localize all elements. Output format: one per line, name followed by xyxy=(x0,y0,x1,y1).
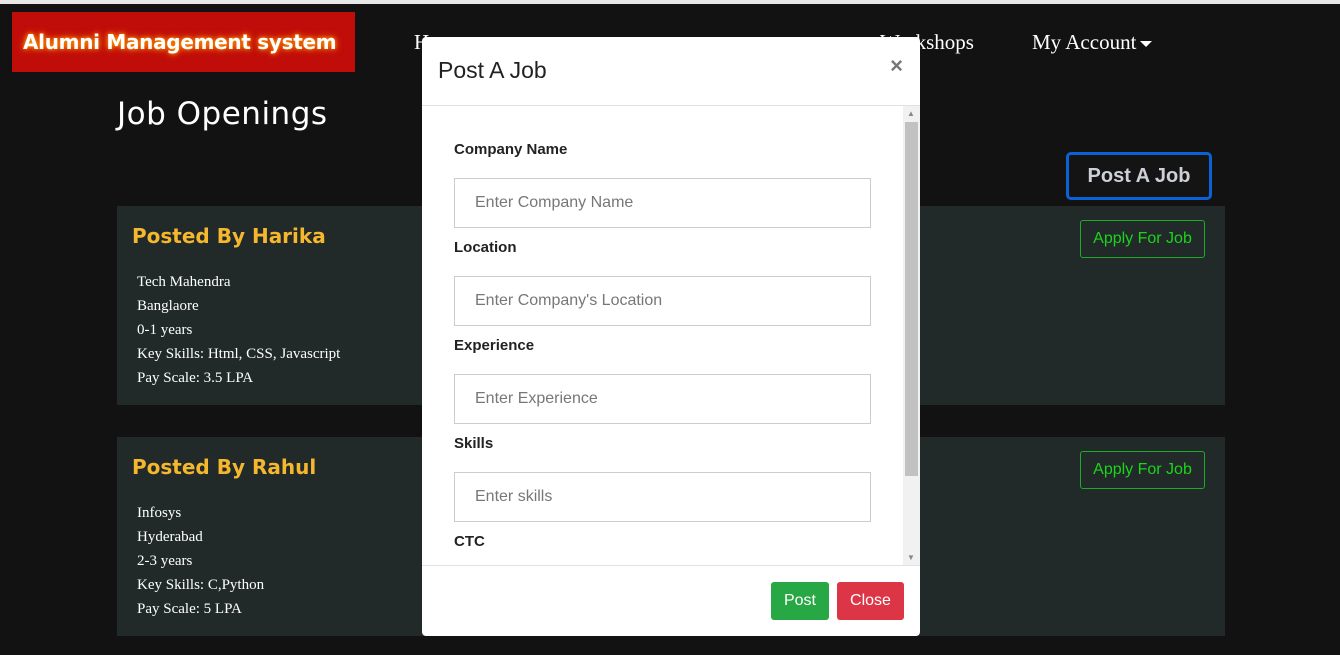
scroll-down-icon[interactable]: ▼ xyxy=(907,553,915,562)
post-button[interactable]: Post xyxy=(771,582,829,620)
my-account-label: My Account xyxy=(1032,30,1137,54)
posted-by: Posted By Harika xyxy=(132,224,326,248)
company: Infosys xyxy=(137,505,182,521)
caret-down-icon xyxy=(1140,41,1153,48)
scrollbar-thumb[interactable] xyxy=(905,122,918,476)
experience-input[interactable]: Enter Experience xyxy=(454,374,871,424)
modal-footer: Post Close xyxy=(422,565,920,636)
skills: Key Skills: Html, CSS, Javascript xyxy=(137,346,341,362)
location: Hyderabad xyxy=(137,529,203,545)
pay-scale: Pay Scale: 3.5 LPA xyxy=(137,370,254,386)
location-input[interactable]: Enter Company's Location xyxy=(454,276,871,326)
post-job-button[interactable]: Post A Job xyxy=(1066,152,1212,200)
scroll-up-icon[interactable]: ▲ xyxy=(907,109,915,118)
modal-body: Company Name Enter Company Name Location… xyxy=(422,106,920,565)
close-icon[interactable]: × xyxy=(890,53,903,79)
skills: Key Skills: C,Python xyxy=(137,577,265,593)
skills-input[interactable]: Enter skills xyxy=(454,472,871,522)
apply-button[interactable]: Apply For Job xyxy=(1080,220,1205,258)
apply-button[interactable]: Apply For Job xyxy=(1080,451,1205,489)
company: Tech Mahendra xyxy=(137,274,231,290)
experience-label: Experience xyxy=(454,337,535,354)
brand-logo[interactable]: Alumni Management system xyxy=(12,12,355,72)
company-name-input[interactable]: Enter Company Name xyxy=(454,178,871,228)
skills-label: Skills xyxy=(454,435,494,452)
location-label: Location xyxy=(454,239,517,256)
post-job-modal: Post A Job × Company Name Enter Company … xyxy=(422,37,920,636)
close-button[interactable]: Close xyxy=(837,582,904,620)
nav-my-account[interactable]: My Account xyxy=(1032,30,1153,55)
page-title: Job Openings xyxy=(117,96,328,132)
company-name-label: Company Name xyxy=(454,141,568,158)
ctc-label: CTC xyxy=(454,533,485,550)
experience: 2-3 years xyxy=(137,553,193,569)
experience: 0-1 years xyxy=(137,322,193,338)
posted-by: Posted By Rahul xyxy=(132,455,317,479)
location: Banglaore xyxy=(137,298,199,314)
modal-title: Post A Job xyxy=(422,37,920,106)
pay-scale: Pay Scale: 5 LPA xyxy=(137,601,242,617)
scrollbar[interactable]: ▲ ▼ xyxy=(903,106,920,565)
